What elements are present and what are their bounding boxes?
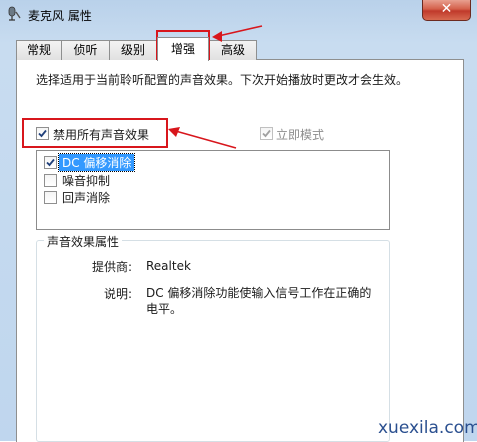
arrow-to-checkbox xyxy=(168,127,237,149)
arrow-to-tab xyxy=(212,25,263,42)
properties-window: 麦克风 属性 ✕ 常规 侦听 级别 增强 高级 选择适用于当前聆听配置的声音效果… xyxy=(0,0,477,442)
annotation-arrows xyxy=(168,25,263,149)
watermark: xuexila.com xyxy=(378,418,477,438)
tab-enhancements[interactable]: 增强 xyxy=(157,37,209,61)
